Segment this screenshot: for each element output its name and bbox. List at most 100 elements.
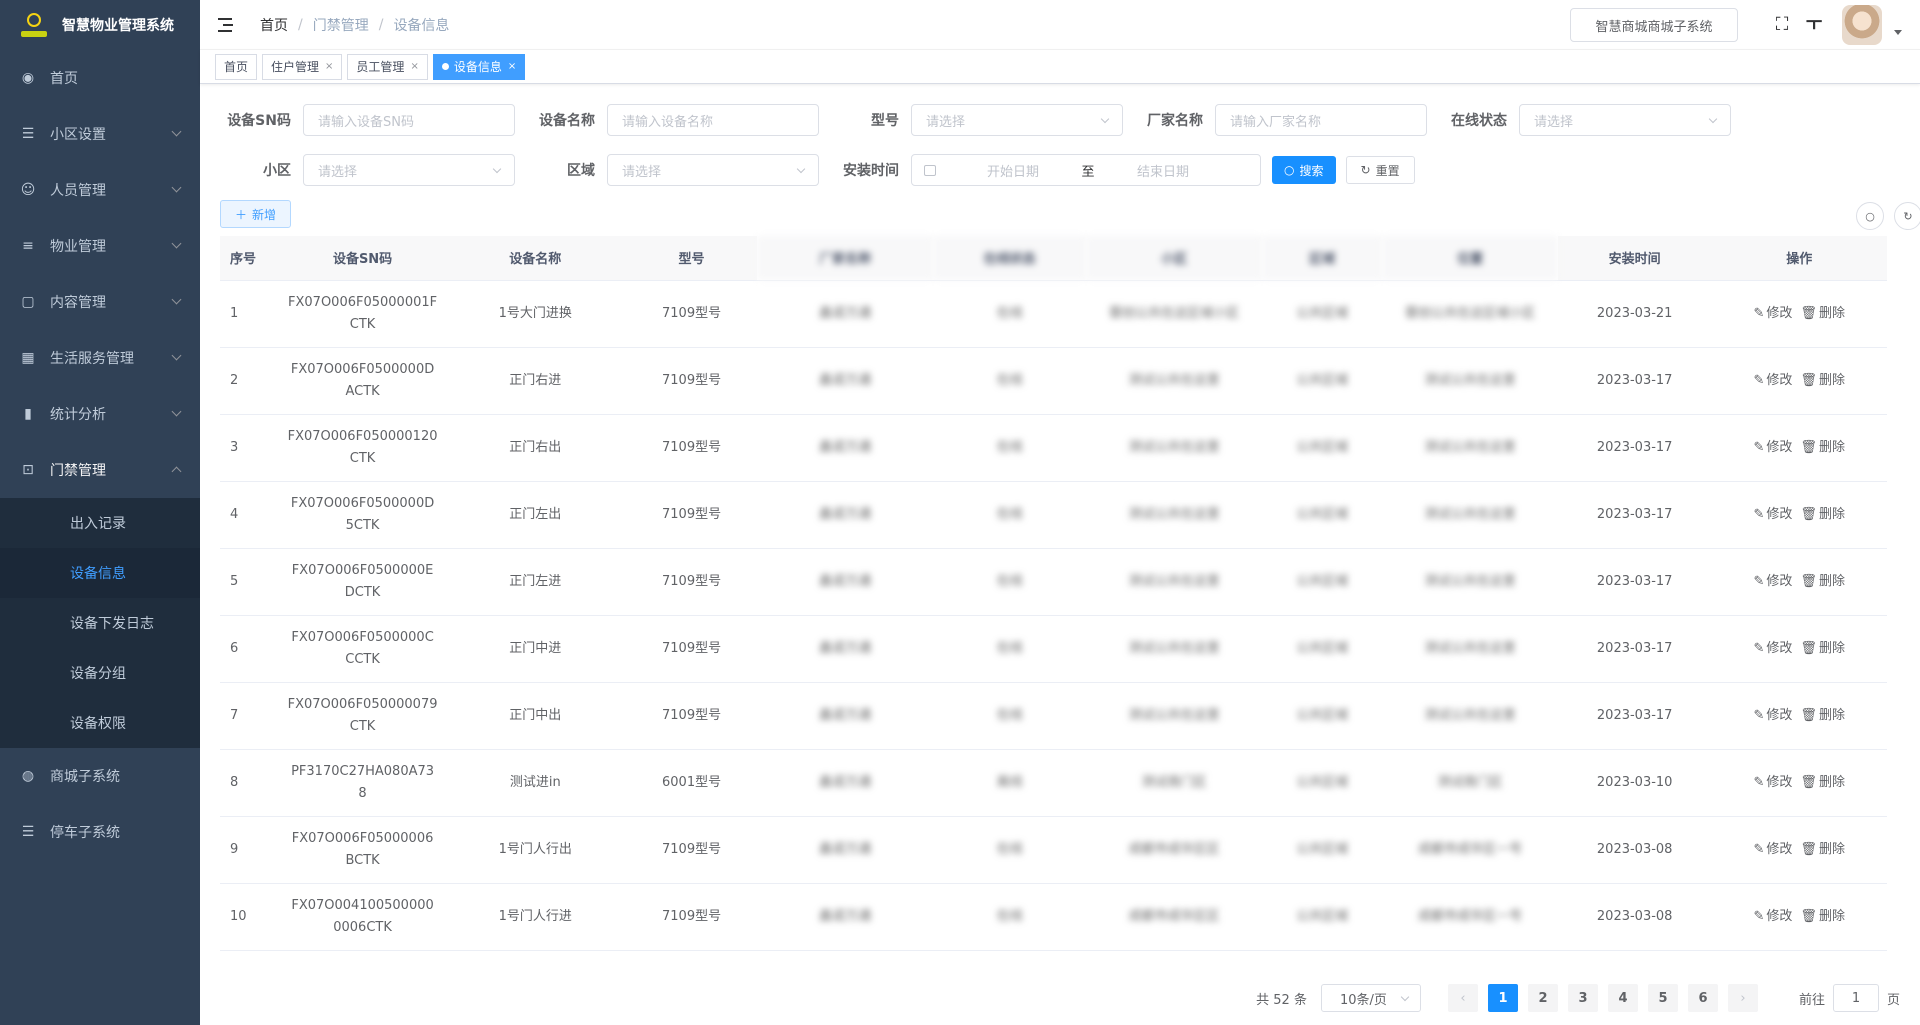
close-icon[interactable]: × xyxy=(410,61,418,72)
trash-icon: 🗑 xyxy=(1800,439,1817,455)
submenu-item-3[interactable]: 设备分组 xyxy=(0,648,200,698)
edit-button[interactable]: ✎ 修改 xyxy=(1754,507,1793,522)
device-name: 正门中进 xyxy=(509,640,562,656)
chevron-down-icon xyxy=(171,182,182,193)
delete-button[interactable]: 🗑 删除 xyxy=(1800,507,1845,522)
mall-subsystem-button[interactable]: 智慧商城商城子系统 xyxy=(1570,8,1738,42)
page-button[interactable]: 6 xyxy=(1687,984,1718,1012)
breadcrumb-home[interactable]: 首页 xyxy=(260,15,288,35)
edit-button[interactable]: ✎ 修改 xyxy=(1754,708,1793,723)
sidebar-item-0[interactable]: ◉ 首页 xyxy=(0,50,200,106)
sidebar-item-5[interactable]: ▦ 生活服务管理 xyxy=(0,330,200,386)
page-button[interactable]: 3 xyxy=(1567,984,1598,1012)
total-count: 共 52 条 xyxy=(1256,992,1307,1008)
area-name: 公共区域 xyxy=(1296,573,1349,589)
navbar: 首页 / 门禁管理 / 设备信息 智慧商城商城子系统 ⛶ ㅜ xyxy=(200,0,1920,50)
caret-down-icon[interactable] xyxy=(1894,30,1902,35)
table-row: 2 FX07O006F0500000DACTK 正门右进 7109型号 鑫诺万通 在线 测试… xyxy=(220,347,1887,415)
chevron-down-icon xyxy=(796,164,806,174)
submenu-item-4[interactable]: 设备权限 xyxy=(0,698,200,748)
row-actions: ✎ 修改 🗑 删除 xyxy=(1711,682,1887,750)
community-name: 蓉创公共在这区域小区 xyxy=(1109,305,1240,321)
delete-button[interactable]: 🗑 删除 xyxy=(1800,440,1845,455)
add-button[interactable]: ＋ 新增 xyxy=(220,200,292,228)
area-select[interactable]: 请选择 xyxy=(607,154,819,186)
edit-icon: ✎ xyxy=(1753,506,1765,522)
fullscreen-icon[interactable]: ⛶ xyxy=(1772,15,1792,35)
sidebar-item-3[interactable]: ≡ 物业管理 xyxy=(0,218,200,274)
row-actions: ✎ 修改 🗑 删除 xyxy=(1711,749,1887,817)
community-select[interactable]: 请选择 xyxy=(303,154,515,186)
reset-button[interactable]: ↻ 重置 xyxy=(1345,156,1415,184)
sidebar-item-4[interactable]: ▢ 内容管理 xyxy=(0,274,200,330)
goto-page-input[interactable]: 1 xyxy=(1832,984,1879,1012)
delete-button[interactable]: 🗑 删除 xyxy=(1800,909,1845,924)
edit-button[interactable]: ✎ 修改 xyxy=(1754,641,1793,656)
sidebar-item-2[interactable]: ☺ 人员管理 xyxy=(0,162,200,218)
avatar[interactable] xyxy=(1842,5,1882,45)
location: 测试公共在这里 xyxy=(1424,640,1516,656)
submenu-item-2[interactable]: 设备下发日志 xyxy=(0,598,200,648)
vendor-input[interactable]: 请输入厂家名称 xyxy=(1215,104,1427,136)
row-actions: ✎ 修改 🗑 删除 xyxy=(1711,347,1887,415)
model-select[interactable]: 请选择 xyxy=(911,104,1123,136)
name-input[interactable]: 请输入设备名称 xyxy=(607,104,819,136)
page-button[interactable]: 2 xyxy=(1527,984,1558,1012)
delete-button[interactable]: 🗑 删除 xyxy=(1800,574,1845,589)
page-button[interactable]: 1 xyxy=(1487,984,1518,1012)
breadcrumb-access[interactable]: 门禁管理 xyxy=(313,15,369,35)
close-icon[interactable]: × xyxy=(325,61,333,72)
sidebar-item-6[interactable]: ▮ 统计分析 xyxy=(0,386,200,442)
close-icon[interactable]: × xyxy=(508,61,516,72)
prev-page-button[interactable]: ‹ xyxy=(1447,984,1478,1012)
table-row: 6 FX07O006F0500000CCCTK 正门中进 7109型号 鑫诺万通 在线 测试… xyxy=(220,615,1887,683)
trash-icon: 🗑 xyxy=(1800,774,1817,790)
sidebar-bottom-item-0[interactable]: ◍ 商城子系统 xyxy=(0,748,200,804)
delete-button[interactable]: 🗑 删除 xyxy=(1800,775,1845,790)
install-date-range[interactable]: 开始日期 至 结束日期 xyxy=(911,154,1261,186)
sidebar-item-1[interactable]: ☰ 小区设置 xyxy=(0,106,200,162)
sidebar-item-7[interactable]: ⊡ 门禁管理 xyxy=(0,442,200,498)
online-status: 在线 xyxy=(996,841,1023,857)
delete-button[interactable]: 🗑 删除 xyxy=(1800,306,1845,321)
page-button[interactable]: 5 xyxy=(1647,984,1678,1012)
tag-3[interactable]: 设备信息 × xyxy=(432,53,526,80)
location: 蓉创公共在这区域小区 xyxy=(1405,305,1536,321)
search-button[interactable]: ○ 搜索 xyxy=(1272,156,1336,184)
column-header: 位置 xyxy=(1382,236,1558,281)
tag-2[interactable]: 员工管理 × xyxy=(347,53,428,80)
edit-button[interactable]: ✎ 修改 xyxy=(1754,440,1793,455)
sn-input[interactable]: 请输入设备SN码 xyxy=(303,104,515,136)
delete-button[interactable]: 🗑 删除 xyxy=(1800,708,1845,723)
edit-button[interactable]: ✎ 修改 xyxy=(1754,909,1793,924)
page-button[interactable]: 4 xyxy=(1607,984,1638,1012)
sidebar: 智慧物业管理系统 ◉ 首页 ☰ 小区设置 ☺ 人员管理 ≡ 物业管理 ▢ 内容管理 ▦ 生活服务管理 ▮… xyxy=(0,0,200,1025)
next-page-button[interactable]: › xyxy=(1727,984,1758,1012)
goto-prefix: 前往 xyxy=(1798,992,1825,1008)
start-date[interactable]: 开始日期 xyxy=(948,161,1078,180)
toggle-search-button[interactable]: ○ xyxy=(1856,202,1884,230)
sidebar-item-label: 小区设置 xyxy=(50,127,106,143)
edit-button[interactable]: ✎ 修改 xyxy=(1754,574,1793,589)
edit-button[interactable]: ✎ 修改 xyxy=(1754,373,1793,388)
refresh-button[interactable]: ↻ xyxy=(1894,202,1920,230)
edit-button[interactable]: ✎ 修改 xyxy=(1754,306,1793,321)
font-size-icon[interactable]: ㅜ xyxy=(1804,15,1824,35)
end-date[interactable]: 结束日期 xyxy=(1098,161,1228,180)
page-size-select[interactable]: 10条/页 xyxy=(1320,984,1421,1012)
delete-button[interactable]: 🗑 删除 xyxy=(1800,373,1845,388)
hamburger-icon[interactable] xyxy=(218,17,234,32)
submenu-item-1[interactable]: 设备信息 xyxy=(0,548,200,598)
submenu-item-0[interactable]: 出入记录 xyxy=(0,498,200,548)
online-select[interactable]: 请选择 xyxy=(1519,104,1731,136)
tag-1[interactable]: 住户管理 × xyxy=(262,53,343,80)
tag-0[interactable]: 首页 xyxy=(215,53,258,80)
chevron-down-icon xyxy=(171,126,182,137)
delete-button[interactable]: 🗑 删除 xyxy=(1800,842,1845,857)
sidebar-bottom-item-1[interactable]: ☰ 停车子系统 xyxy=(0,804,200,860)
edit-button[interactable]: ✎ 修改 xyxy=(1754,842,1793,857)
delete-button[interactable]: 🗑 删除 xyxy=(1800,641,1845,656)
install-date: 2023-03-17 xyxy=(1596,573,1673,589)
edit-button[interactable]: ✎ 修改 xyxy=(1754,775,1793,790)
chevron-down-icon xyxy=(1400,992,1410,1002)
